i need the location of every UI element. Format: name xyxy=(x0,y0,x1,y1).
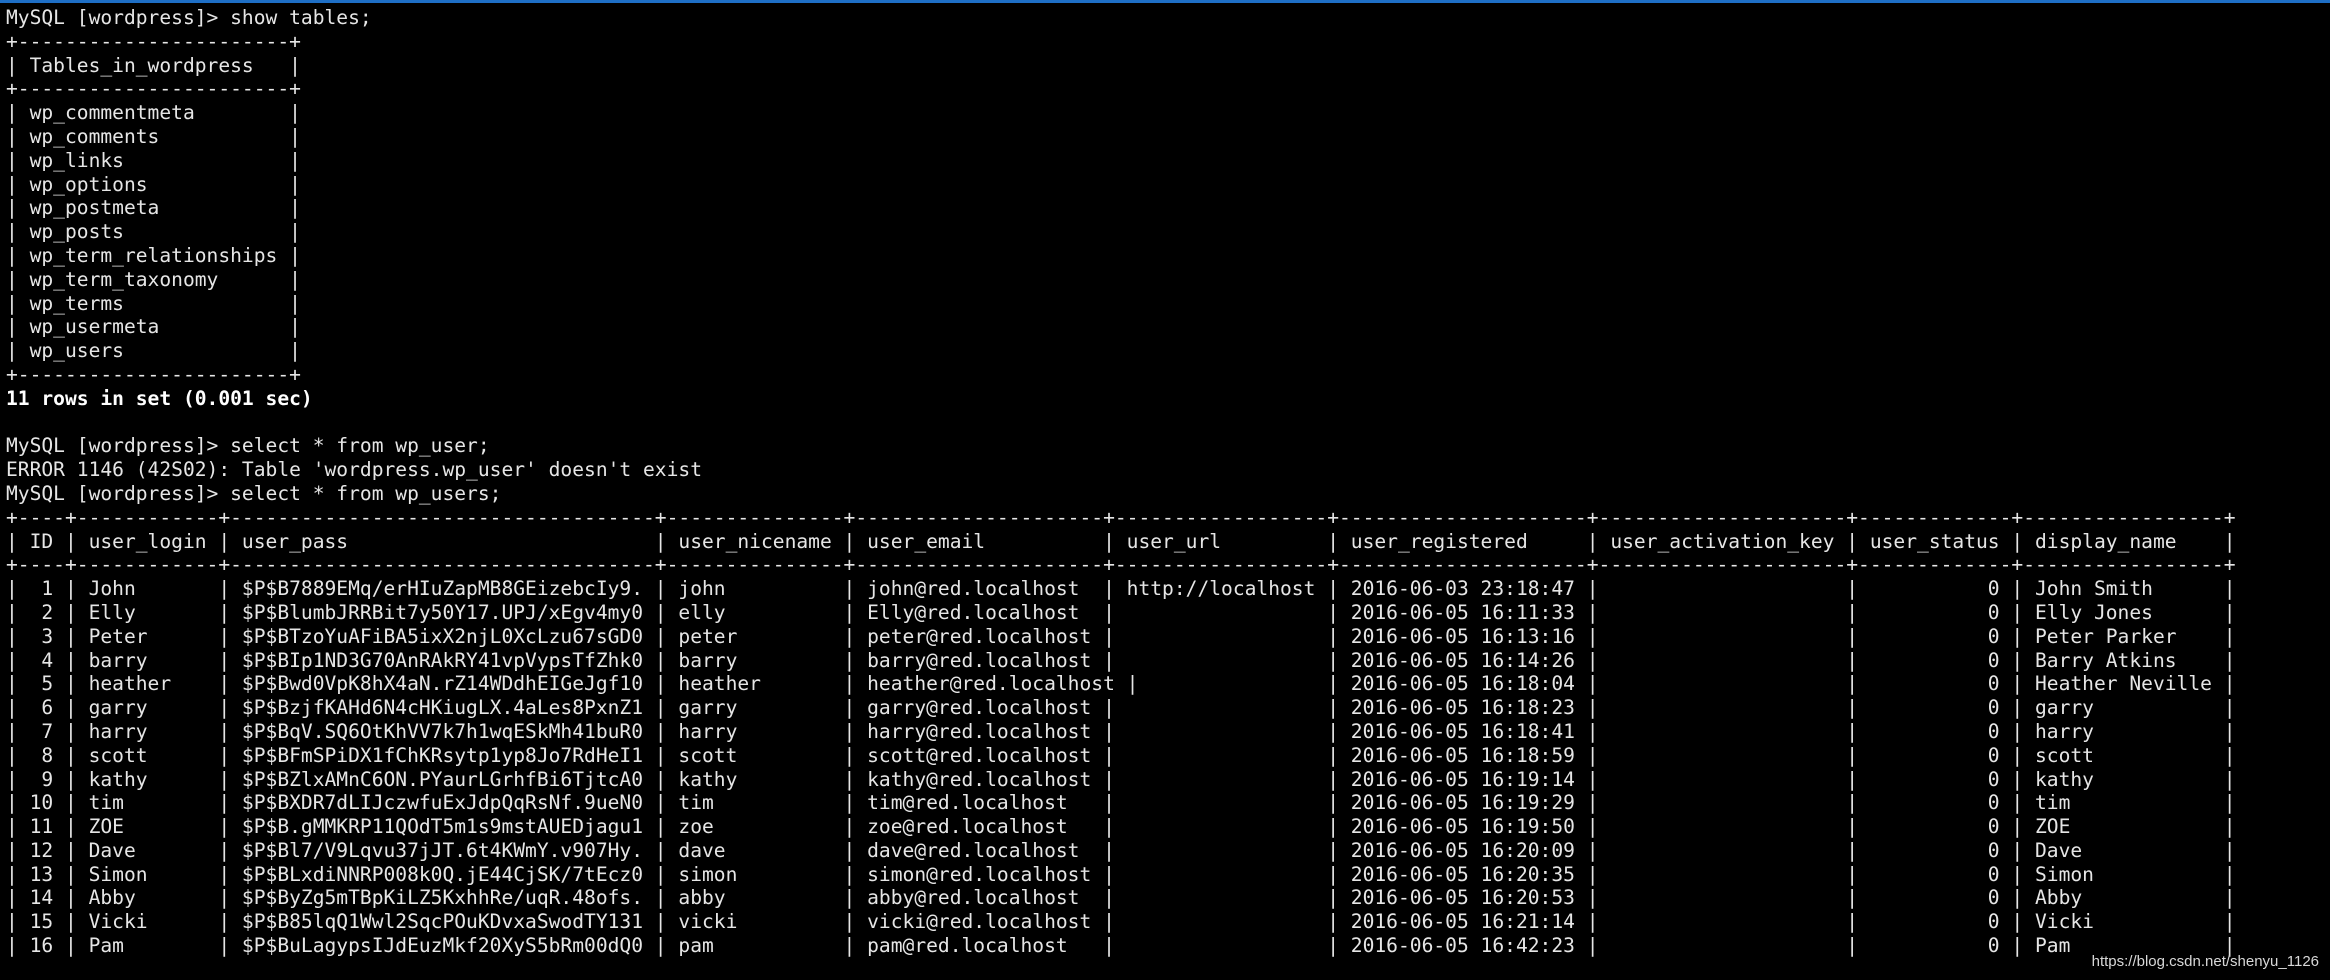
terminal-line: | 7 | harry | $P$BqV.SQ6OtKhVV7k7h1wqESk… xyxy=(6,719,2236,743)
terminal-line: | wp_comments | xyxy=(6,124,301,148)
terminal-line: | 6 | garry | $P$BzjfKAHd6N4cHKiugLX.4aL… xyxy=(6,696,2236,720)
terminal-line: | 1 | John | $P$B7889EMq/erHIuZapMB8GEiz… xyxy=(6,577,2236,601)
terminal-line: +-----------------------+ xyxy=(6,77,301,101)
terminal-line: | 9 | kathy | $P$BZlxAMnC6ON.PYaurLGrhfB… xyxy=(6,767,2236,791)
terminal-line: | 10 | tim | $P$BXDR7dLIJczwfuExJdpQqRsN… xyxy=(6,791,2236,815)
terminal-line: +-----------------------+ xyxy=(6,29,301,53)
terminal-line: ERROR 1146 (42S02): Table 'wordpress.wp_… xyxy=(6,458,702,482)
terminal-line: | Tables_in_wordpress | xyxy=(6,53,301,77)
terminal-line: | 12 | Dave | $P$Bl7/V9Lqvu37jJT.6t4KWmY… xyxy=(6,838,2236,862)
terminal-line: | 3 | Peter | $P$BTzoYuAFiBA5ixX2njL0XcL… xyxy=(6,624,2236,648)
terminal-line: MySQL [wordpress]> select * from wp_user… xyxy=(6,481,502,505)
terminal-line: MySQL [wordpress]> show tables; xyxy=(6,6,372,29)
terminal-line: | wp_options | xyxy=(6,172,301,196)
terminal-line: | 16 | Pam | $P$BuLagypsIJdEuzMkf20XyS5b… xyxy=(6,934,2236,958)
terminal-line: | wp_users | xyxy=(6,339,301,363)
terminal-line: | 2 | Elly | $P$BlumbJRRBit7y50Y17.UPJ/x… xyxy=(6,600,2236,624)
terminal-line: | wp_links | xyxy=(6,148,301,172)
terminal-output[interactable]: MySQL [wordpress]> show tables; +--------… xyxy=(6,6,2236,958)
terminal-line: +-----------------------+ xyxy=(6,362,301,386)
window-accent-bar xyxy=(0,0,2330,3)
terminal-line: | wp_postmeta | xyxy=(6,196,301,220)
terminal-line: | 15 | Vicki | $P$B85lqQ1Wwl2SqcPOuKDvxa… xyxy=(6,910,2236,934)
terminal-line: +----+------------+---------------------… xyxy=(6,553,2236,577)
terminal-line: | wp_posts | xyxy=(6,220,301,244)
terminal-line: | 8 | scott | $P$BFmSPiDX1fChKRsytp1yp8J… xyxy=(6,743,2236,767)
terminal-line: | ID | user_login | user_pass | user_nic… xyxy=(6,529,2236,553)
terminal-line: | wp_term_relationships | xyxy=(6,243,301,267)
terminal-line: | wp_usermeta | xyxy=(6,315,301,339)
watermark-url: https://blog.csdn.net/shenyu_1126 xyxy=(2091,953,2319,970)
terminal-line: | 14 | Abby | $P$ByZg5mTBpKiLZ5KxhhRe/uq… xyxy=(6,886,2236,910)
terminal-window[interactable]: MySQL [wordpress]> show tables; +--------… xyxy=(0,0,2330,980)
terminal-line: | 11 | ZOE | $P$B.gMMKRP11QOdT5m1s9mstAU… xyxy=(6,815,2236,839)
terminal-line: | wp_term_taxonomy | xyxy=(6,267,301,291)
terminal-line: | 13 | Simon | $P$BLxdiNNRP008k0Q.jE44Cj… xyxy=(6,862,2236,886)
terminal-line: 11 rows in set (0.001 sec) xyxy=(6,386,313,410)
terminal-line: | wp_commentmeta | xyxy=(6,101,301,125)
terminal-line: | 4 | barry | $P$BIp1ND3G70AnRAkRY41vpVy… xyxy=(6,648,2236,672)
terminal-line: | 5 | heather | $P$Bwd0VpK8hX4aN.rZ14WDd… xyxy=(6,672,2236,696)
terminal-line: | wp_terms | xyxy=(6,291,301,315)
terminal-line: MySQL [wordpress]> select * from wp_user… xyxy=(6,434,490,458)
terminal-line: +----+------------+---------------------… xyxy=(6,505,2236,529)
